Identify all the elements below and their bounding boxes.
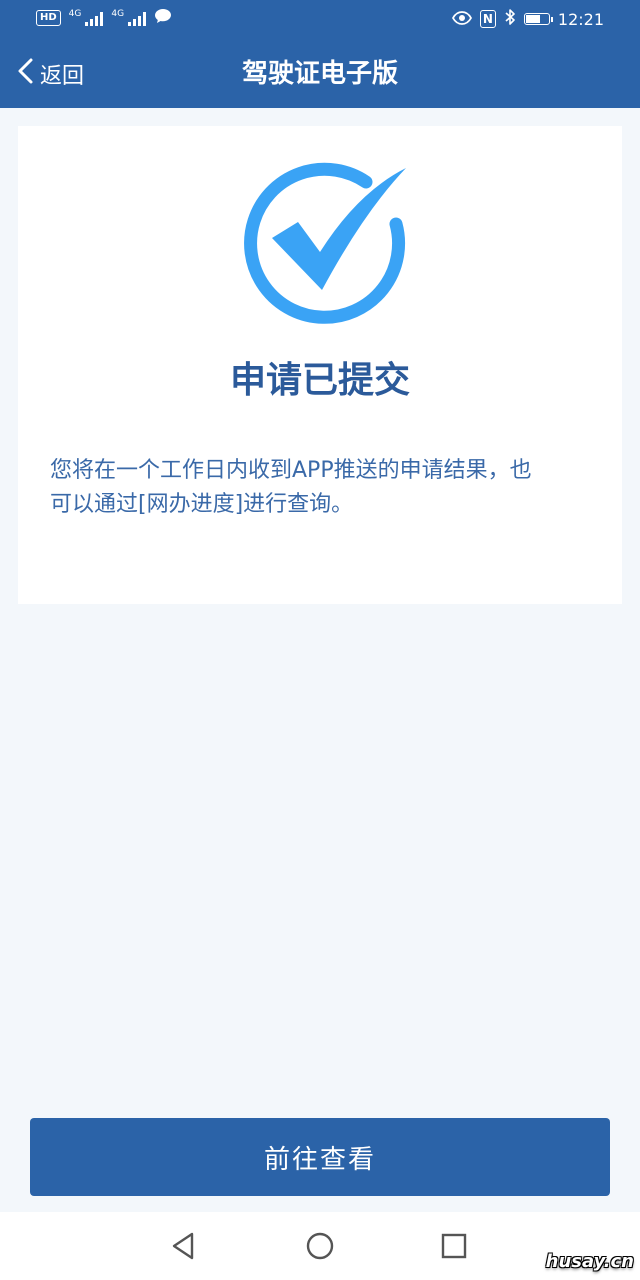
home-circle-icon[interactable] — [302, 1228, 338, 1264]
top-bar: HD 4G 4G N 12:21 返回 驾驶证电子版 — [0, 0, 640, 108]
message-icon — [154, 8, 172, 28]
signal-icon: 4G — [111, 9, 147, 26]
result-card: 申请已提交 您将在一个工作日内收到APP推送的申请结果，也可以通过[网办进度]进… — [18, 126, 622, 604]
back-triangle-icon[interactable] — [166, 1228, 202, 1264]
view-now-button[interactable]: 前往查看 — [30, 1118, 610, 1196]
signal-icon: 4G — [69, 10, 104, 26]
status-bar: HD 4G 4G N 12:21 — [0, 0, 640, 40]
status-time: 12:21 — [557, 9, 604, 29]
result-title: 申请已提交 — [229, 360, 410, 401]
network-type-label: 4G — [111, 9, 125, 19]
watermark: husay.cn — [545, 1251, 634, 1272]
system-nav-bar: husay.cn — [0, 1212, 640, 1280]
check-circle-icon — [244, 162, 406, 324]
nfc-icon: N — [479, 10, 496, 28]
status-right: N 12:21 — [451, 8, 604, 30]
status-left: HD 4G 4G — [36, 8, 172, 28]
hd-badge: HD — [36, 10, 61, 26]
network-type-label: 4G — [68, 9, 82, 19]
recents-square-icon[interactable] — [436, 1228, 472, 1264]
nav-bar: 返回 驾驶证电子版 — [0, 40, 640, 108]
bluetooth-icon — [504, 8, 516, 30]
result-description: 您将在一个工作日内收到APP推送的申请结果，也可以通过[网办进度]进行查询。 — [50, 458, 532, 517]
eye-icon — [451, 10, 472, 29]
page-title: 驾驶证电子版 — [241, 59, 398, 89]
battery-icon — [523, 13, 553, 25]
